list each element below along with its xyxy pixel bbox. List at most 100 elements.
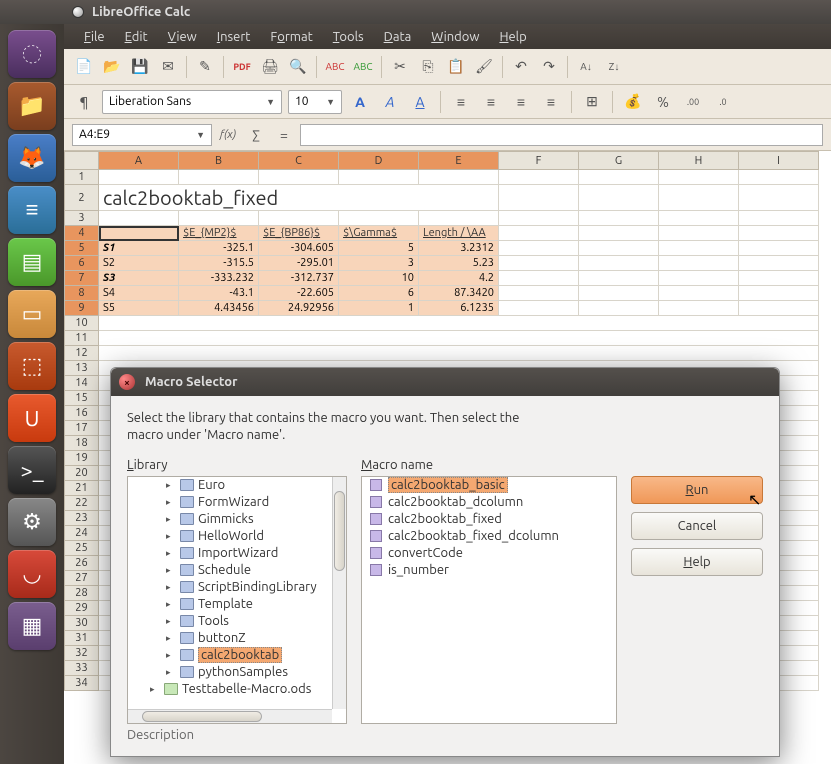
macro-item[interactable]: is_number bbox=[362, 562, 616, 579]
row-header[interactable]: 7 bbox=[65, 271, 99, 286]
library-item[interactable]: ▸FormWizard bbox=[128, 494, 346, 511]
row-header[interactable]: 15 bbox=[65, 391, 99, 406]
menu-view[interactable]: View bbox=[160, 27, 205, 47]
cell-title[interactable]: calc2booktab_fixed bbox=[99, 185, 499, 211]
col-header-h[interactable]: H bbox=[659, 152, 739, 170]
row-header[interactable]: 23 bbox=[65, 511, 99, 526]
spellcheck-icon[interactable]: ABC bbox=[323, 55, 347, 79]
row-header[interactable]: 33 bbox=[65, 661, 99, 676]
row-header[interactable]: 34 bbox=[65, 676, 99, 691]
cell[interactable]: S4 bbox=[99, 286, 179, 301]
launcher-terminal[interactable]: >_ bbox=[8, 446, 56, 494]
row-header[interactable]: 18 bbox=[65, 436, 99, 451]
sort-desc-icon[interactable]: Z↓ bbox=[602, 55, 626, 79]
sort-asc-icon[interactable]: A↓ bbox=[574, 55, 598, 79]
cell[interactable] bbox=[99, 226, 179, 241]
launcher-workspace[interactable]: ▦ bbox=[8, 602, 56, 650]
row-header[interactable]: 5 bbox=[65, 241, 99, 256]
email-icon[interactable]: ✉ bbox=[156, 55, 180, 79]
row-header[interactable]: 11 bbox=[65, 331, 99, 346]
launcher-ubuntu-one[interactable]: U bbox=[8, 394, 56, 442]
percent-icon[interactable]: % bbox=[651, 90, 675, 114]
macro-item[interactable]: calc2booktab_dcolumn bbox=[362, 494, 616, 511]
macro-item[interactable]: calc2booktab_fixed bbox=[362, 511, 616, 528]
library-item[interactable]: ▸ImportWizard bbox=[128, 545, 346, 562]
open-icon[interactable]: 📂 bbox=[100, 55, 124, 79]
equals-icon[interactable]: = bbox=[272, 123, 296, 147]
col-header-d[interactable]: D bbox=[339, 152, 419, 170]
cell[interactable]: $E_{MP2}$ bbox=[179, 226, 259, 241]
col-header-f[interactable]: F bbox=[499, 152, 579, 170]
row-header[interactable]: 16 bbox=[65, 406, 99, 421]
decimal-add-icon[interactable]: .00 bbox=[681, 90, 705, 114]
macro-list[interactable]: calc2booktab_basiccalc2booktab_dcolumnca… bbox=[361, 476, 617, 724]
library-tree[interactable]: ▸Euro▸FormWizard▸Gimmicks▸HelloWorld▸Imp… bbox=[127, 476, 347, 724]
cell[interactable]: 3 bbox=[339, 256, 419, 271]
cut-icon[interactable]: ✂ bbox=[388, 55, 412, 79]
cell[interactable]: S3 bbox=[99, 271, 179, 286]
cell[interactable]: 5 bbox=[339, 241, 419, 256]
cell[interactable]: -22.605 bbox=[259, 286, 339, 301]
select-all-corner[interactable] bbox=[65, 152, 99, 170]
dialog-titlebar[interactable]: × Macro Selector bbox=[111, 368, 779, 396]
cell[interactable]: -325.1 bbox=[179, 241, 259, 256]
row-header[interactable]: 8 bbox=[65, 286, 99, 301]
library-doc-item[interactable]: ▸Testtabelle-Macro.ods bbox=[128, 681, 346, 698]
row-header[interactable]: 30 bbox=[65, 616, 99, 631]
row-header[interactable]: 29 bbox=[65, 601, 99, 616]
row-header[interactable]: 25 bbox=[65, 541, 99, 556]
row-header[interactable]: 28 bbox=[65, 586, 99, 601]
library-item[interactable]: ▸Gimmicks bbox=[128, 511, 346, 528]
col-header-g[interactable]: G bbox=[579, 152, 659, 170]
cell[interactable]: 6.1235 bbox=[419, 301, 499, 316]
library-item[interactable]: ▸Tools bbox=[128, 613, 346, 630]
library-item[interactable]: ▸Schedule bbox=[128, 562, 346, 579]
save-icon[interactable]: 💾 bbox=[128, 55, 152, 79]
cell[interactable]: -312.737 bbox=[259, 271, 339, 286]
decimal-remove-icon[interactable]: .0 bbox=[711, 90, 735, 114]
horizontal-scrollbar[interactable] bbox=[128, 709, 332, 723]
menu-insert[interactable]: Insert bbox=[209, 27, 259, 47]
row-header[interactable]: 2 bbox=[65, 185, 99, 211]
cell[interactable]: S5 bbox=[99, 301, 179, 316]
cell[interactable]: 5.23 bbox=[419, 256, 499, 271]
vertical-scrollbar[interactable] bbox=[332, 477, 346, 709]
row-header[interactable]: 1 bbox=[65, 170, 99, 185]
close-icon[interactable]: × bbox=[119, 374, 135, 390]
menu-data[interactable]: Data bbox=[376, 27, 420, 47]
row-header[interactable]: 31 bbox=[65, 631, 99, 646]
col-header-b[interactable]: B bbox=[179, 152, 259, 170]
sum-icon[interactable]: ∑ bbox=[244, 123, 268, 147]
scrollbar-thumb[interactable] bbox=[334, 491, 345, 571]
menu-tools[interactable]: Tools bbox=[325, 27, 372, 47]
col-header-i[interactable]: I bbox=[739, 152, 819, 170]
row-header[interactable]: 4 bbox=[65, 226, 99, 241]
launcher-dash[interactable]: ◌ bbox=[8, 30, 56, 78]
edit-icon[interactable]: ✎ bbox=[193, 55, 217, 79]
row-header[interactable]: 6 bbox=[65, 256, 99, 271]
cell[interactable]: 3.2312 bbox=[419, 241, 499, 256]
font-size-combo[interactable]: 10 ▼ bbox=[288, 90, 342, 114]
library-item[interactable]: ▸calc2booktab bbox=[128, 647, 346, 664]
library-item[interactable]: ▸Euro bbox=[128, 477, 346, 494]
cell[interactable]: S2 bbox=[99, 256, 179, 271]
launcher-files[interactable]: 📁 bbox=[8, 82, 56, 130]
font-name-combo[interactable]: Liberation Sans ▼ bbox=[102, 90, 282, 114]
align-right-icon[interactable]: ≡ bbox=[509, 90, 533, 114]
format-paint-icon[interactable]: 🖌 bbox=[472, 55, 496, 79]
row-header[interactable]: 3 bbox=[65, 211, 99, 226]
styles-icon[interactable]: ¶ bbox=[72, 90, 96, 114]
row-header[interactable]: 9 bbox=[65, 301, 99, 316]
row-header[interactable]: 19 bbox=[65, 451, 99, 466]
bold-icon[interactable]: A bbox=[348, 90, 372, 114]
pdf-icon[interactable]: PDF bbox=[230, 55, 254, 79]
menu-file[interactable]: File bbox=[76, 27, 113, 47]
col-header-e[interactable]: E bbox=[419, 152, 499, 170]
merge-icon[interactable]: ⊞ bbox=[580, 90, 604, 114]
cell[interactable]: 24.92956 bbox=[259, 301, 339, 316]
launcher-firefox[interactable]: 🦊 bbox=[8, 134, 56, 182]
autospell-icon[interactable]: ABC bbox=[351, 55, 375, 79]
currency-icon[interactable]: 💰 bbox=[621, 90, 645, 114]
launcher-impress[interactable]: ▭ bbox=[8, 290, 56, 338]
align-center-icon[interactable]: ≡ bbox=[479, 90, 503, 114]
